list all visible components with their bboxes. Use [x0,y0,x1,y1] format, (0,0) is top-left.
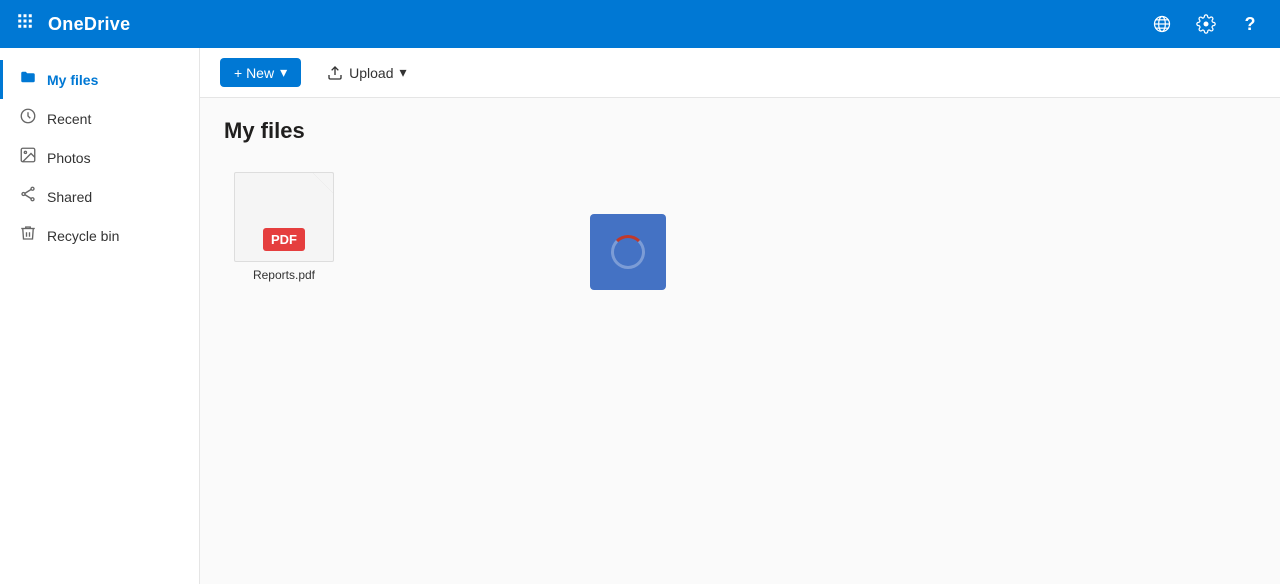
page-title: My files [224,118,1256,144]
file-thumbnail: PDF [234,172,334,262]
topbar: OneDrive ? [0,0,1280,48]
pdf-badge: PDF [263,228,305,251]
file-name: Reports.pdf [253,268,315,282]
help-icon[interactable]: ? [1232,6,1268,42]
upload-chevron: ▾ [399,64,406,81]
clock-icon [19,107,37,130]
topbar-right: ? [1144,6,1268,42]
loading-spinner [611,235,645,269]
sidebar-item-label: Recent [47,111,91,127]
sidebar-item-my-files[interactable]: My files [0,60,199,99]
toolbar: + New ▾ Upload ▾ [200,48,1280,98]
sidebar-item-label: Shared [47,189,92,205]
file-corner-fold [313,173,333,193]
upload-icon [327,65,343,81]
sidebar-item-shared[interactable]: Shared [0,177,199,216]
new-button[interactable]: + New ▾ [220,58,301,87]
new-chevron: ▾ [280,64,287,81]
globe-icon[interactable] [1144,6,1180,42]
content-area: My files PDF Reports.pdf [200,98,1280,310]
waffle-icon[interactable] [12,8,38,40]
sidebar: My files Recent Photos [0,48,200,584]
files-grid: PDF Reports.pdf [224,164,1256,290]
upload-button[interactable]: Upload ▾ [313,58,420,87]
photo-icon [19,146,37,169]
new-button-label: + New [234,65,274,81]
main-layout: My files Recent Photos [0,48,1280,584]
trash-icon [19,224,37,247]
sidebar-item-recent[interactable]: Recent [0,99,199,138]
file-card-reports[interactable]: PDF Reports.pdf [224,164,344,290]
settings-icon[interactable] [1188,6,1224,42]
upload-button-label: Upload [349,65,393,81]
folder-icon [19,68,37,91]
sidebar-item-label: Recycle bin [47,228,119,244]
loading-card [590,214,666,290]
share-icon [19,185,37,208]
sidebar-item-recycle-bin[interactable]: Recycle bin [0,216,199,255]
sidebar-item-label: Photos [47,150,91,166]
main-content: + New ▾ Upload ▾ My files [200,48,1280,584]
sidebar-item-photos[interactable]: Photos [0,138,199,177]
app-logo: OneDrive [48,14,130,35]
sidebar-item-label: My files [47,72,98,88]
